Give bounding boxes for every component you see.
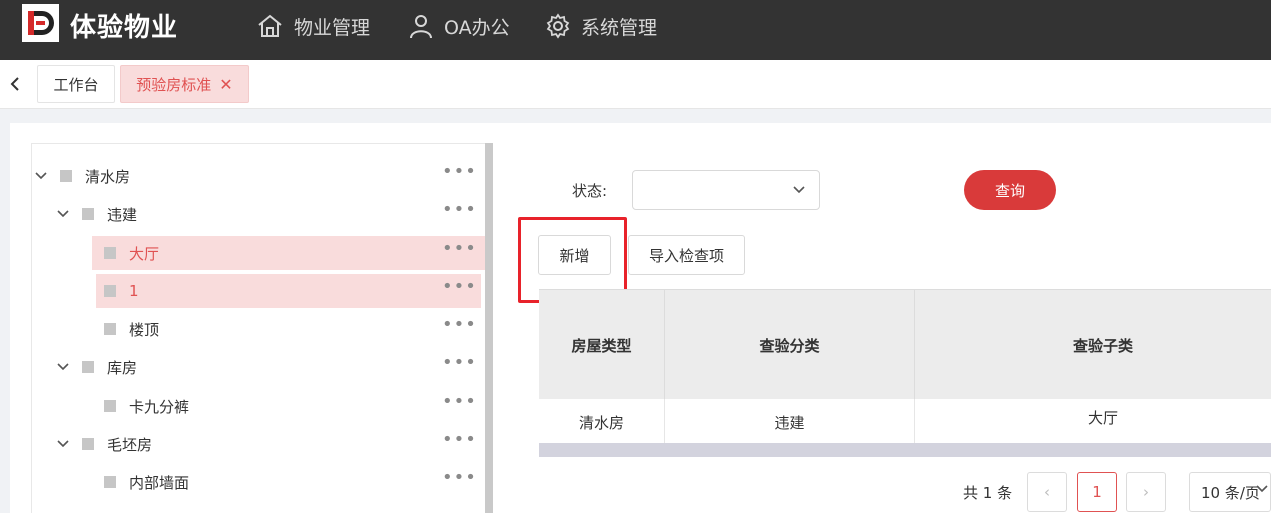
chevron-left-icon (10, 77, 19, 91)
page-number: 1 (1092, 483, 1102, 501)
chevron-down-icon (793, 179, 805, 198)
column-header[interactable]: 查验分类 (665, 290, 915, 400)
logo (22, 4, 59, 42)
tree-node-label: 卡九分裤 (129, 397, 190, 416)
next-page-button[interactable]: › (1126, 472, 1166, 512)
node-icon (104, 285, 116, 297)
nav-property-management[interactable]: 物业管理 (256, 12, 370, 40)
nav-label: OA办公 (444, 16, 510, 39)
table-row[interactable]: 清水房 违建 大厅 (539, 399, 1271, 444)
table-cell: 违建 (665, 399, 915, 443)
user-icon (410, 15, 432, 39)
column-header[interactable]: 房屋类型 (539, 290, 665, 400)
node-icon (82, 208, 94, 220)
tree-node-1[interactable]: 1 ••• (96, 274, 481, 308)
node-icon (104, 476, 116, 488)
tab-label: 预验房标准 (136, 75, 212, 94)
more-icon[interactable]: ••• (442, 352, 477, 373)
tree-node-label: 楼顶 (129, 320, 160, 339)
inspection-table: 房屋类型 查验分类 查验子类 清水房 违建 大厅 (539, 289, 1271, 457)
table-horizontal-scrollbar[interactable] (539, 443, 1271, 457)
tree-node-maopifang[interactable]: 毛坯房 ••• (32, 427, 485, 461)
top-header: 体验物业 物业管理 OA办公 系统管理 (0, 0, 1271, 60)
gear-icon (546, 13, 570, 39)
status-label: 状态: (572, 182, 608, 200)
nav-label: 物业管理 (294, 16, 371, 39)
page-size-value: 10 条/页 (1201, 483, 1260, 502)
tree-node-label: 毛坯房 (107, 435, 153, 454)
chevron-right-icon: › (1143, 483, 1149, 501)
tree-node-label: 清水房 (85, 167, 131, 186)
tree-node-kajiufenku[interactable]: 卡九分裤 ••• (32, 389, 485, 423)
node-icon (104, 323, 116, 335)
close-icon[interactable]: ✕ (219, 75, 232, 94)
brand-title: 体验物业 (70, 13, 179, 43)
more-icon[interactable]: ••• (442, 429, 477, 450)
chevron-down-icon[interactable] (56, 437, 70, 451)
nav-label: 系统管理 (581, 16, 658, 39)
tree-node-dating[interactable]: 大厅 ••• (92, 236, 485, 270)
tree-node-label: 内部墙面 (129, 473, 190, 492)
page-size-select[interactable]: 10 条/页 (1189, 472, 1271, 512)
prev-page-button[interactable]: ‹ (1027, 472, 1067, 512)
node-icon (104, 247, 116, 259)
tree-node-louding[interactable]: 楼顶 ••• (32, 312, 485, 346)
tree-node-label: 1 (129, 282, 139, 300)
node-icon (60, 170, 72, 182)
query-button[interactable]: 查询 (964, 170, 1056, 210)
more-icon[interactable]: ••• (442, 199, 477, 220)
nav-oa-office[interactable]: OA办公 (408, 12, 510, 40)
chevron-down-icon[interactable] (56, 207, 70, 221)
more-icon[interactable]: ••• (442, 391, 477, 412)
page-number-button[interactable]: 1 (1077, 472, 1117, 512)
more-icon[interactable]: ••• (442, 276, 477, 297)
chevron-down-icon (1256, 479, 1268, 497)
tree-node-label: 大厅 (129, 244, 160, 263)
table-cell: 清水房 (539, 399, 665, 443)
logo-icon (27, 11, 54, 35)
chevron-down-icon[interactable] (56, 360, 70, 374)
tabs-back-button[interactable] (4, 73, 26, 95)
tree-node-label: 违建 (107, 205, 138, 224)
column-header[interactable]: 查验子类 (915, 290, 1271, 400)
home-icon (258, 14, 282, 37)
node-icon (82, 438, 94, 450)
tabs-bar: 工作台 预验房标准 ✕ (0, 60, 1271, 109)
tree-node-neibuqiangmian[interactable]: 内部墙面 ••• (32, 465, 485, 499)
add-button[interactable]: 新增 (538, 235, 611, 275)
tree-node-kufang[interactable]: 库房 ••• (32, 350, 485, 384)
chevron-down-icon[interactable] (34, 169, 48, 183)
status-select[interactable] (632, 170, 820, 210)
pagination-total: 共 1 条 (963, 484, 1013, 502)
table-cell: 大厅 (1087, 409, 1118, 427)
table-header: 房屋类型 查验分类 查验子类 (539, 289, 1271, 400)
node-icon (82, 361, 94, 373)
tree-node-qingshuifang[interactable]: 清水房 ••• (32, 159, 485, 193)
more-icon[interactable]: ••• (442, 314, 477, 335)
more-icon[interactable]: ••• (442, 467, 477, 488)
more-icon[interactable]: ••• (442, 238, 477, 259)
tree-scrollbar[interactable] (485, 143, 493, 513)
import-items-button[interactable]: 导入检查项 (628, 235, 745, 275)
tab-pre-inspection-standard[interactable]: 预验房标准 ✕ (120, 65, 249, 103)
more-icon[interactable]: ••• (442, 161, 477, 182)
nav-system-management[interactable]: 系统管理 (545, 12, 657, 40)
node-icon (104, 400, 116, 412)
tab-label: 工作台 (53, 75, 99, 94)
tree-node-weijian[interactable]: 违建 ••• (32, 197, 485, 231)
tab-workbench[interactable]: 工作台 (37, 65, 115, 103)
tree-node-label: 库房 (107, 358, 138, 377)
chevron-left-icon: ‹ (1044, 483, 1050, 501)
